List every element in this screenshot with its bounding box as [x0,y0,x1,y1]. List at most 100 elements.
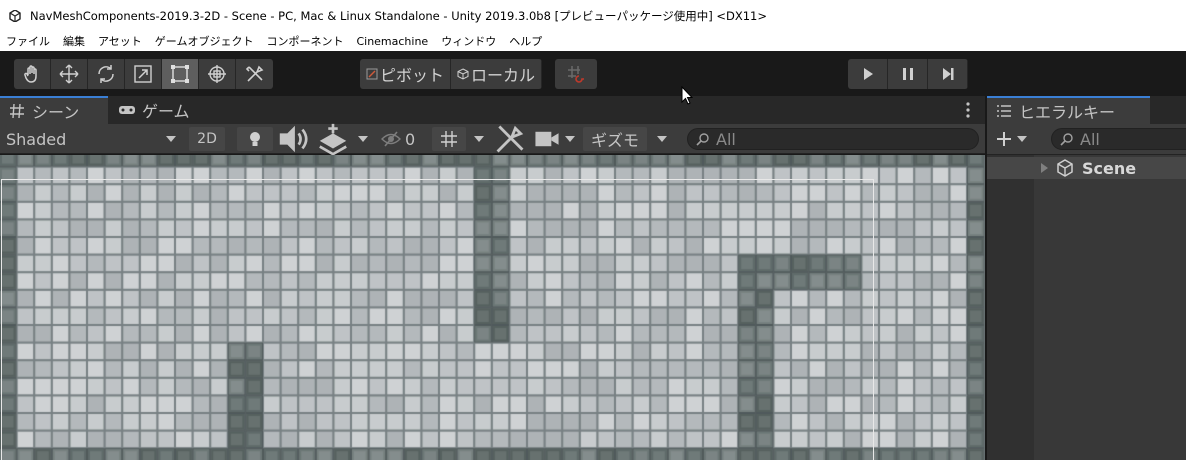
audio-toggle[interactable] [276,125,310,153]
grid-snap-button[interactable] [555,59,597,89]
scene-view-toolbar: Shaded 2D 0 ギズモ [0,123,985,156]
scale-tool-button[interactable] [125,59,162,89]
rotate-icon [98,65,114,83]
grid-dropdown[interactable] [468,127,490,151]
speaker-icon [279,125,308,153]
shading-mode-label: Shaded [6,129,67,149]
hidden-objects-toggle[interactable]: 0 [380,127,428,151]
list-icon [997,105,1011,117]
2d-mode-label: 2D [197,131,217,147]
tab-scene-label: シーン [32,103,80,122]
tilemap-canvas[interactable] [0,155,985,460]
menu-bar: ファイル 編集 アセット ゲームオブジェクト コンポーネント Cinemachi… [0,31,1186,51]
scene-viewport[interactable] [0,155,985,460]
chevron-down-icon [358,136,368,142]
step-button[interactable] [928,59,968,89]
pause-button[interactable] [888,59,928,89]
gizmos-button[interactable]: ギズモ [583,127,647,151]
grid-snap-icon [568,66,584,83]
main-toolbar: ピボット ローカル [0,51,1186,96]
tab-hierarchy[interactable]: ヒエラルキー [987,96,1150,124]
transform-tools [14,59,273,89]
tab-scene[interactable]: シーン [0,96,108,124]
scene-search-input[interactable] [716,129,956,149]
window-title-bar: NavMeshComponents-2019.3-2D - Scene - PC… [0,0,1186,31]
scale-icon [134,65,152,83]
hierarchy-tab-bar: ヒエラルキー [987,96,1186,124]
custom-tool-button[interactable] [236,59,273,89]
pivot-button[interactable]: ピボット [360,59,452,89]
effects-toggle[interactable] [316,123,350,156]
rotate-tool-button[interactable] [88,59,125,89]
play-icon [863,68,873,80]
rect-tool-button[interactable] [162,59,199,89]
hierarchy-search-input[interactable] [1080,129,1180,149]
chevron-down-icon [1017,136,1027,142]
tab-game-label: ゲーム [142,102,190,121]
pivot-label: ピボット [380,66,445,85]
menu-edit[interactable]: 編集 [63,33,85,49]
more-options-icon[interactable] [965,101,971,119]
pause-icon [902,68,913,80]
play-button[interactable] [848,59,888,89]
tab-hierarchy-label: ヒエラルキー [1019,103,1116,122]
tools-icon [496,125,524,153]
create-button[interactable] [995,127,1035,151]
pivot-icon [366,68,378,80]
menu-window[interactable]: ウィンドウ [441,33,496,49]
hand-icon [24,65,37,83]
transform-tool-button[interactable] [199,59,236,89]
hierarchy-scene-row[interactable]: Scene [987,157,1186,179]
hand-tool-button[interactable] [14,59,51,89]
effects-icon [319,123,347,156]
eye-hidden-icon [381,131,401,147]
lighting-toggle[interactable] [237,127,273,151]
hierarchy-panel[interactable]: Scene [987,155,1186,460]
local-label: ローカル [471,66,536,85]
menu-gameobject[interactable]: ゲームオブジェクト [155,33,254,49]
hierarchy-search[interactable] [1051,128,1186,150]
window-title: NavMeshComponents-2019.3-2D - Scene - PC… [30,8,767,23]
search-icon [1060,133,1073,146]
unity-scene-icon [1057,159,1073,177]
2d-mode-button[interactable]: 2D [189,127,225,151]
foldout-arrow-icon[interactable] [1041,163,1048,173]
step-icon [942,68,953,80]
gizmos-dropdown[interactable] [650,127,674,151]
playback-controls [848,59,968,89]
plus-icon [997,132,1011,146]
menu-assets[interactable]: アセット [98,33,142,49]
move-tool-button[interactable] [51,59,88,89]
scene-search[interactable] [687,128,979,150]
chevron-down-icon [565,136,575,142]
scene-name: Scene [1082,158,1137,178]
grid-toggle[interactable] [432,127,466,151]
grid-icon [441,131,457,147]
hierarchy-gutter [987,155,1034,460]
transform-icon [208,65,226,83]
chevron-down-icon [657,136,667,142]
mouse-cursor-icon [681,86,693,105]
menu-component[interactable]: コンポーネント [266,33,343,49]
menu-cinemachine[interactable]: Cinemachine [356,35,428,48]
local-button[interactable]: ローカル [451,59,543,89]
pivot-group: ピボット ローカル [360,59,543,89]
lightbulb-icon [250,132,260,146]
camera-settings-button[interactable] [534,127,560,151]
camera-dropdown[interactable] [560,127,580,151]
editor-tools-button[interactable] [494,125,526,153]
menu-help[interactable]: ヘルプ [509,33,542,49]
gizmos-label: ギズモ [590,131,639,150]
unity-icon [9,9,21,22]
hidden-count: 0 [405,129,416,149]
rect-icon [171,65,189,83]
menu-file[interactable]: ファイル [6,33,50,49]
tab-game[interactable]: ゲーム [110,96,210,124]
hash-icon [10,103,24,119]
effects-dropdown[interactable] [352,127,374,151]
chevron-down-icon [474,136,484,142]
shading-mode-dropdown[interactable]: Shaded [2,127,182,151]
camera-icon [535,131,559,147]
scene-tab-bar: シーン ゲーム [0,96,985,124]
gamepad-icon [119,106,135,114]
